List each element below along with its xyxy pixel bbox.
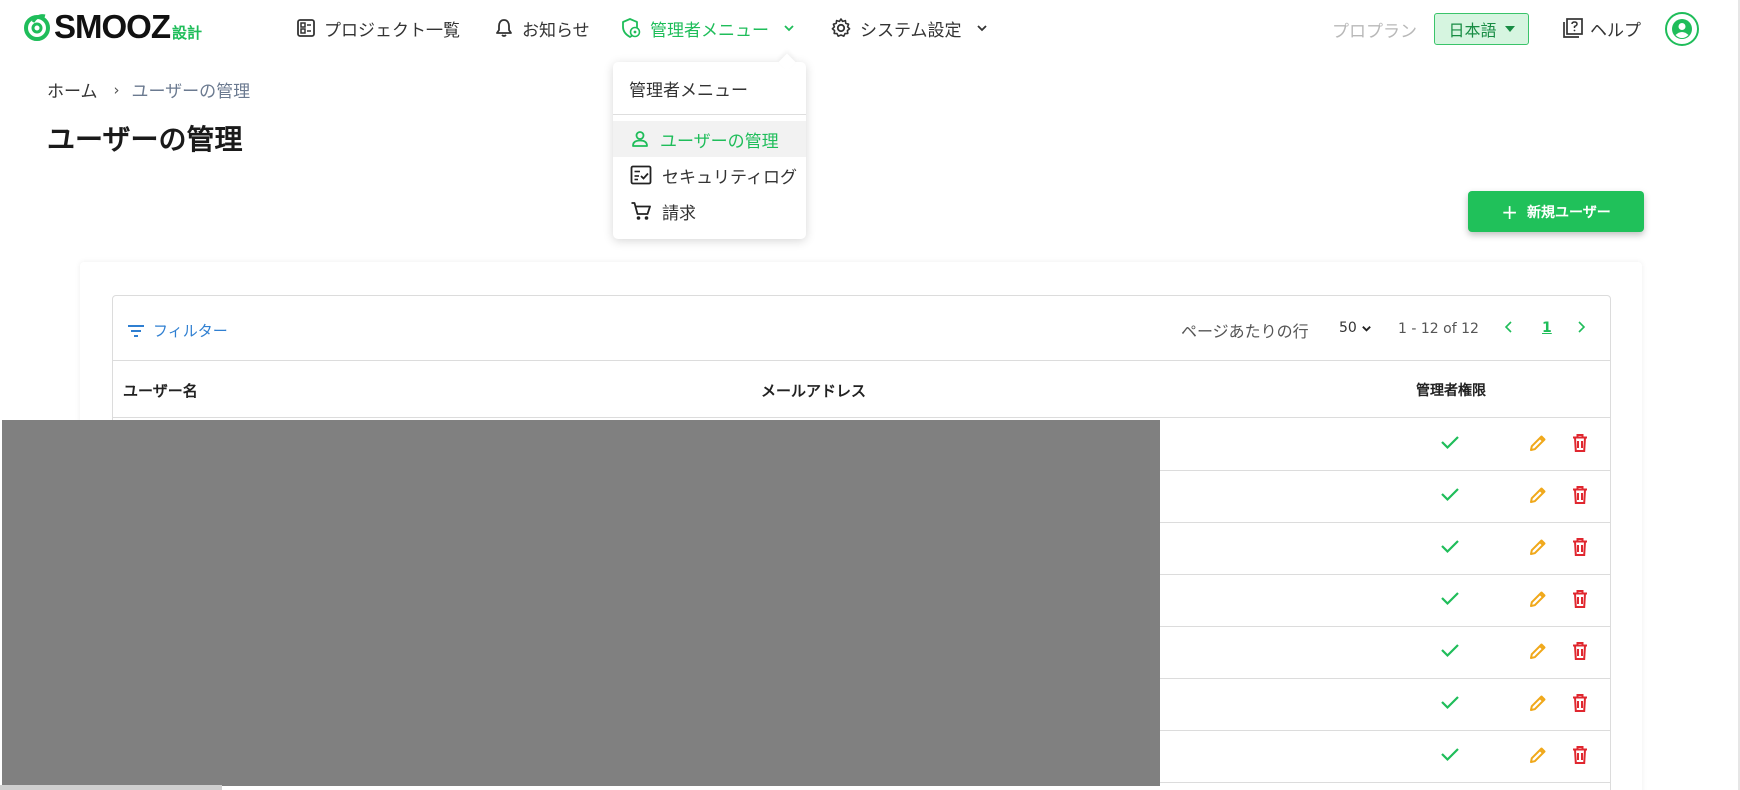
person-icon	[632, 131, 648, 147]
rows-per-page-select[interactable]: 50	[1339, 320, 1372, 336]
check-icon	[1440, 538, 1460, 558]
top-navigation: SMOOZ 設計 プロジェクト一覧 お知らせ 管理者メニュー システム設定 プロ…	[0, 0, 1740, 56]
breadcrumb-current: ユーザーの管理	[131, 82, 251, 102]
plus-icon: +	[1501, 199, 1519, 224]
menu-item-label: 請求	[662, 203, 696, 224]
edit-pencil-icon[interactable]	[1528, 641, 1548, 665]
nav-admin-menu-label: 管理者メニュー	[650, 20, 769, 41]
cart-icon	[631, 202, 651, 220]
page-number[interactable]: 1	[1542, 320, 1552, 336]
delete-trash-icon[interactable]	[1571, 433, 1589, 457]
breadcrumb: ホーム › ユーザーの管理	[47, 77, 251, 103]
page-title: ユーザーの管理	[47, 123, 243, 156]
chevron-down-icon	[1362, 325, 1371, 332]
shield-gear-icon	[622, 18, 641, 38]
checklist-icon	[630, 165, 652, 185]
chevron-right-icon: ›	[113, 80, 120, 99]
check-icon	[1440, 434, 1460, 454]
next-page-icon[interactable]	[1575, 319, 1587, 338]
column-header-admin[interactable]: 管理者権限	[1416, 380, 1486, 400]
table-toolbar: フィルター ページあたりの行 50 1 - 12 of 12 1	[113, 296, 1610, 361]
admin-menu-dropdown: 管理者メニュー ユーザーの管理 セキュリティログ 請求	[613, 53, 806, 239]
logo-text: SMOOZ	[54, 8, 171, 45]
help-book-icon	[1563, 18, 1583, 38]
table-header: ユーザー名 メールアドレス 管理者権限	[113, 361, 1610, 418]
project-list-icon	[297, 19, 315, 37]
logo[interactable]: SMOOZ 設計	[22, 9, 202, 45]
language-selector[interactable]: 日本語	[1434, 13, 1529, 45]
chevron-down-icon	[976, 25, 987, 32]
gear-icon	[831, 18, 851, 37]
dropdown-header: 管理者メニュー	[629, 81, 748, 101]
menu-item-label: ユーザーの管理	[660, 131, 779, 152]
edit-pencil-icon[interactable]	[1528, 485, 1548, 509]
logo-mark-icon	[22, 12, 52, 42]
nav-projects[interactable]: プロジェクト一覧	[296, 14, 460, 42]
nav-system-settings[interactable]: システム設定	[830, 14, 988, 42]
nav-system-settings-label: システム設定	[860, 20, 962, 41]
edit-pencil-icon[interactable]	[1528, 589, 1548, 613]
column-header-email[interactable]: メールアドレス	[761, 380, 866, 401]
nav-admin-menu[interactable]: 管理者メニュー	[620, 14, 795, 42]
check-icon	[1440, 590, 1460, 610]
filter-icon	[128, 324, 144, 337]
previous-page-icon[interactable]	[1503, 319, 1515, 338]
delete-trash-icon[interactable]	[1571, 537, 1589, 561]
language-label: 日本語	[1448, 21, 1497, 40]
rows-per-page-label: ページあたりの行	[1181, 322, 1309, 341]
pro-plan-link[interactable]: プロプラン	[1332, 17, 1417, 42]
delete-trash-icon[interactable]	[1571, 641, 1589, 665]
bell-icon	[496, 19, 512, 37]
account-circle-icon	[1672, 19, 1692, 39]
menu-item-billing[interactable]: 請求	[613, 193, 806, 229]
edit-pencil-icon[interactable]	[1528, 537, 1548, 561]
edit-pencil-icon[interactable]	[1528, 745, 1548, 769]
chevron-down-icon	[784, 25, 794, 32]
delete-trash-icon[interactable]	[1571, 589, 1589, 613]
check-icon	[1440, 642, 1460, 662]
delete-trash-icon[interactable]	[1571, 745, 1589, 769]
menu-item-user-management[interactable]: ユーザーの管理	[613, 121, 806, 157]
divider	[613, 114, 806, 115]
check-icon	[1440, 746, 1460, 766]
nav-notifications[interactable]: お知らせ	[494, 14, 590, 42]
edit-pencil-icon[interactable]	[1528, 693, 1548, 717]
check-icon	[1440, 694, 1460, 714]
menu-item-label: セキュリティログ	[662, 167, 797, 188]
dropdown-arrow	[778, 53, 796, 71]
help-link[interactable]: ヘルプ	[1562, 14, 1641, 42]
redacted-area	[2, 420, 1160, 786]
menu-item-security-log[interactable]: セキュリティログ	[613, 157, 806, 193]
nav-notifications-label: お知らせ	[522, 20, 590, 41]
filter-label: フィルター	[153, 322, 228, 340]
delete-trash-icon[interactable]	[1571, 485, 1589, 509]
edit-pencil-icon[interactable]	[1528, 433, 1548, 457]
pagination-range: 1 - 12 of 12	[1398, 321, 1479, 337]
filter-button[interactable]: フィルター	[127, 320, 228, 341]
avatar[interactable]	[1665, 12, 1699, 46]
horizontal-scrollbar[interactable]	[0, 785, 222, 790]
column-header-name[interactable]: ユーザー名	[123, 380, 198, 401]
delete-trash-icon[interactable]	[1571, 693, 1589, 717]
nav-projects-label: プロジェクト一覧	[324, 20, 460, 41]
new-user-button[interactable]: + 新規ユーザー	[1468, 191, 1644, 232]
rows-per-page-value: 50	[1339, 320, 1357, 336]
help-label: ヘルプ	[1590, 20, 1641, 41]
logo-suffix: 設計	[172, 23, 203, 42]
new-user-label: 新規ユーザー	[1527, 204, 1611, 221]
breadcrumb-home[interactable]: ホーム	[47, 77, 98, 102]
caret-down-icon	[1504, 26, 1515, 32]
check-icon	[1440, 486, 1460, 506]
